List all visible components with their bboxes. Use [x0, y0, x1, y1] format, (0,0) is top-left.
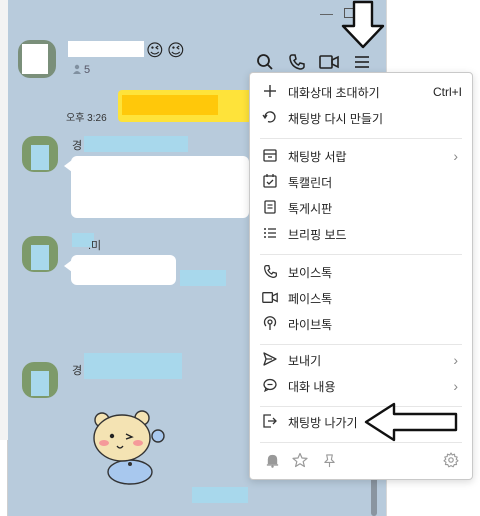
menu-item-label: 톡캘린더 [288, 175, 333, 190]
menu-item-shortcut: Ctrl+I [432, 85, 462, 99]
calendar-check-icon [262, 173, 278, 189]
avatar-redaction [22, 44, 48, 74]
broadcast-icon [262, 315, 278, 331]
list-icon [262, 225, 278, 241]
menu-divider [260, 254, 462, 255]
menu-item-label: 라이브톡 [288, 317, 333, 332]
menu-item-label: 채팅방 나가기 [288, 415, 358, 430]
menu-item-label: 대화상대 초대하기 [288, 85, 380, 100]
menu-item-facetalk[interactable]: 페이스톡 [250, 285, 472, 311]
minimize-button[interactable]: — [320, 6, 333, 21]
background-window-edge [0, 440, 8, 516]
bell-icon[interactable] [263, 451, 281, 469]
refresh-chat-icon [262, 109, 278, 125]
bear-sticker[interactable] [90, 406, 170, 486]
phone-icon [262, 263, 278, 279]
message-redaction [122, 95, 218, 115]
menu-item-recreate-room[interactable]: 채팅방 다시 만들기 [250, 105, 472, 131]
menu-item-drawer[interactable]: 채팅방 서랍 › [250, 143, 472, 169]
settings-icon[interactable] [442, 451, 460, 469]
member-count: 5 [84, 64, 91, 76]
star-icon[interactable] [291, 451, 309, 469]
menu-item-label: 보이스톡 [288, 265, 333, 280]
message-bubble[interactable] [71, 255, 176, 285]
sender-name-redaction [84, 353, 182, 379]
menu-item-invite[interactable]: 대화상대 초대하기 Ctrl+I [250, 79, 472, 105]
sender-name: 경 [72, 140, 83, 152]
menu-item-voicetalk[interactable]: 보이스톡 [250, 259, 472, 285]
chevron-right-icon: › [453, 378, 458, 394]
message-redaction [192, 487, 248, 503]
search-icon[interactable] [254, 51, 276, 73]
menu-item-label: 채팅방 다시 만들기 [288, 111, 383, 126]
chevron-right-icon: › [453, 352, 458, 368]
room-name-emoji: 😉 [167, 41, 185, 60]
avatar-redaction [31, 145, 49, 170]
avatar-redaction [31, 245, 49, 270]
avatar[interactable] [22, 236, 58, 272]
drawer-icon [262, 147, 278, 163]
menu-item-label: 브리핑 보드 [288, 227, 347, 242]
sender-name-redaction [84, 136, 188, 152]
chevron-right-icon: › [453, 148, 458, 164]
message-bubble[interactable] [71, 156, 249, 218]
menu-item-label: 대화 내용 [288, 379, 336, 394]
menu-item-label: 톡게시판 [288, 201, 333, 216]
sender-name: 경 [72, 365, 83, 377]
exit-icon [262, 413, 278, 429]
chat-bubble-icon [262, 377, 278, 393]
menu-item-send[interactable]: 보내기 › [250, 347, 472, 373]
chat-room-name [68, 41, 144, 57]
board-icon [262, 199, 278, 215]
menu-item-chat-history[interactable]: 대화 내용 › [250, 373, 472, 399]
menu-item-livetalk[interactable]: 라이브톡 [250, 311, 472, 337]
video-icon [262, 289, 278, 305]
menu-divider [260, 344, 462, 345]
chat-room-avatar[interactable] [18, 40, 56, 78]
video-icon[interactable] [318, 51, 340, 73]
phone-icon[interactable] [286, 51, 308, 73]
avatar-redaction [31, 371, 49, 396]
menu-item-calendar[interactable]: 톡캘린더 [250, 169, 472, 195]
menu-item-label: 보내기 [288, 353, 322, 368]
sender-name: .미 [88, 240, 102, 252]
avatar[interactable] [22, 136, 58, 172]
message-time: 오후 3:26 [66, 113, 107, 124]
avatar[interactable] [22, 362, 58, 398]
menu-divider [260, 138, 462, 139]
pin-icon[interactable] [320, 451, 338, 469]
menu-item-label: 채팅방 서랍 [288, 149, 347, 164]
message-redaction [180, 270, 226, 286]
annotation-arrow-down [340, 0, 386, 55]
room-name-emoji: 😉 [146, 41, 164, 60]
send-icon [262, 351, 278, 367]
annotation-arrow-left [362, 400, 462, 449]
menu-item-label: 페이스톡 [288, 291, 333, 306]
menu-item-briefing[interactable]: 브리핑 보드 [250, 221, 472, 247]
plus-icon [262, 83, 278, 99]
member-icon [72, 64, 82, 77]
menu-item-board[interactable]: 톡게시판 [250, 195, 472, 221]
